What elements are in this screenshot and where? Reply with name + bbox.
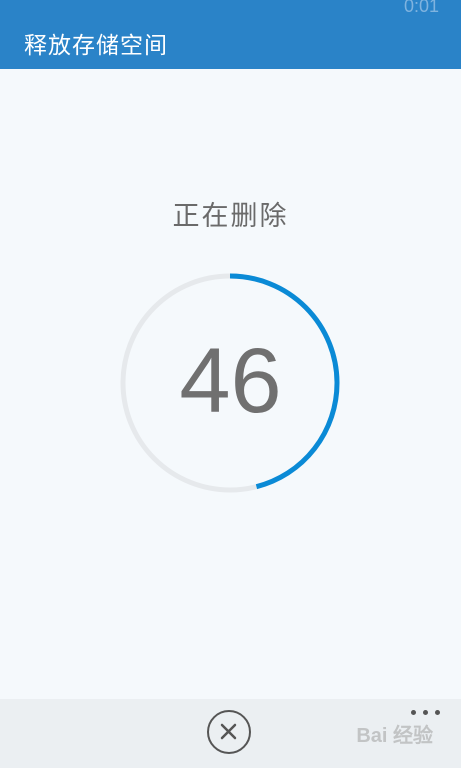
status-bar-time: 0:01 [403,0,439,16]
more-dots-icon [423,710,428,715]
more-dots-icon [411,710,416,715]
page-title: 释放存储空间 [24,33,168,59]
progress-value: 46 [179,330,282,432]
close-icon [220,723,237,740]
cancel-button[interactable] [207,710,251,754]
app-bar: Bai 经验 [0,699,461,768]
deleting-status-text: 正在删除 [172,201,289,232]
more-options-button[interactable] [409,701,443,725]
more-dots-icon [435,710,440,715]
app-header: 0:01 释放存储空间 [0,0,461,69]
